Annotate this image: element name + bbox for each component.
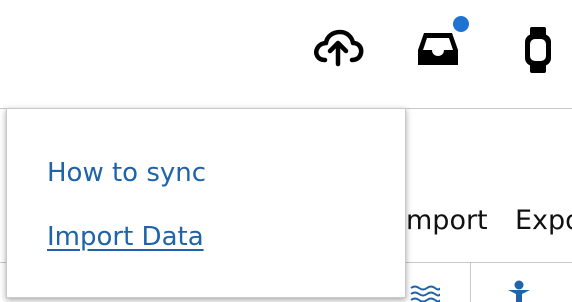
waves-icon[interactable] [410, 284, 440, 302]
page: mport Expo How to sync Import Data [0, 0, 572, 302]
watch-icon[interactable] [522, 26, 554, 74]
inbox-icon[interactable] [416, 30, 460, 68]
column-divider [470, 262, 471, 302]
import-tab[interactable]: mport [406, 205, 488, 237]
sync-dropdown-menu: How to sync Import Data [6, 108, 406, 298]
top-header [0, 0, 572, 109]
cloud-upload-icon[interactable] [312, 28, 364, 68]
import-data-link[interactable]: Import Data [47, 221, 204, 253]
person-icon[interactable] [506, 280, 532, 302]
notification-dot [453, 16, 469, 32]
export-tab[interactable]: Expo [515, 205, 572, 237]
how-to-sync-link[interactable]: How to sync [47, 157, 206, 189]
